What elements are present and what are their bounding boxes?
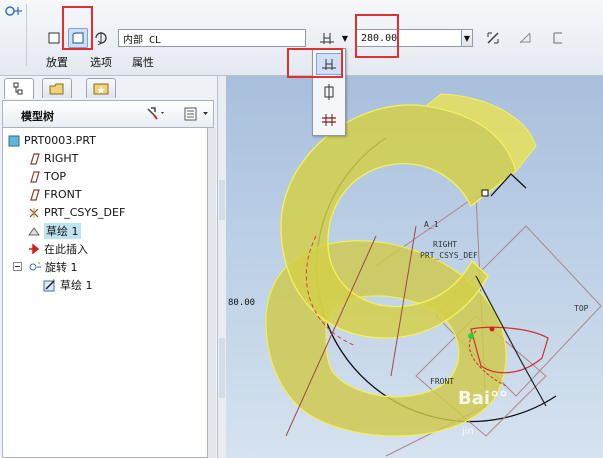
graphics-window[interactable]: A_1 RIGHT PRT_CSYS_DEF TOP FRONT 80.00 — [226, 76, 603, 458]
tab-layers[interactable] — [42, 78, 72, 98]
tree-item-label: 旋转 1 — [45, 260, 78, 274]
sketch-icon — [43, 278, 57, 292]
revolve-axis-button[interactable] — [91, 28, 111, 48]
tab-options[interactable]: 选项 — [90, 54, 112, 70]
flip-direction-button[interactable] — [483, 28, 503, 48]
tab-placement[interactable]: 放置 — [46, 54, 68, 70]
tree-item-revolve[interactable]: 旋转 1 — [11, 258, 78, 275]
symmetric-angle-icon — [324, 84, 334, 100]
red-point — [489, 326, 495, 332]
datum-label-right: RIGHT — [433, 240, 457, 249]
sketch-vertex — [481, 189, 489, 197]
tree-item-label: 草绘 1 — [44, 222, 81, 239]
sketch-icon — [27, 224, 41, 238]
menu-variable-angle[interactable] — [316, 53, 342, 75]
datum-label-top: TOP — [574, 304, 589, 313]
tree-show-button[interactable] — [183, 106, 211, 122]
revolve-icon — [28, 260, 42, 274]
revolve-feature-icon — [4, 2, 24, 20]
separator — [26, 4, 27, 66]
datum-plane-icon — [27, 170, 41, 184]
surface-icon — [72, 32, 84, 44]
tree-item-label: PRT0003.PRT — [24, 134, 96, 147]
navigator-tabs — [2, 78, 216, 100]
solid-icon — [48, 32, 60, 44]
tree-item-label: RIGHT — [44, 152, 79, 165]
angle-value: 280.00 — [361, 32, 398, 44]
thicken-button[interactable] — [548, 28, 568, 48]
solid-button[interactable] — [44, 28, 64, 48]
menu-symmetric-angle[interactable] — [316, 81, 342, 103]
tab-model-tree[interactable] — [4, 78, 34, 99]
angle-type-button[interactable] — [316, 28, 338, 48]
tab-favorites[interactable] — [86, 78, 116, 98]
datum-label-a1: A_1 — [424, 220, 439, 229]
panel-sash-handle[interactable] — [219, 180, 225, 220]
model-tree-tab-icon — [13, 82, 23, 95]
expand-icon[interactable] — [11, 260, 25, 274]
menu-to-selected[interactable] — [316, 109, 342, 131]
tree-settings-button[interactable] — [145, 106, 167, 122]
datum-plane-icon — [27, 152, 41, 166]
tree-item-part[interactable]: PRT0003.PRT — [7, 132, 96, 149]
surface-button[interactable] — [68, 28, 88, 48]
show-list-icon — [184, 107, 208, 121]
angle-type-dropdown-arrow[interactable]: ▼ — [339, 29, 351, 47]
model-tree-title: 模型树 — [21, 110, 54, 123]
tree-item-label: TOP — [44, 170, 67, 183]
green-point — [468, 333, 474, 339]
part-icon — [7, 134, 21, 148]
favorites-icon — [93, 83, 109, 94]
revolve-axis-icon — [95, 32, 107, 46]
panel-sash-handle-lower[interactable] — [219, 338, 225, 398]
angle-value-dropdown[interactable]: ▼ — [461, 29, 473, 47]
datum-label-front: FRONT — [430, 377, 454, 386]
tree-item-front[interactable]: FRONT — [27, 186, 82, 203]
tree-item-label: 草绘 1 — [60, 278, 93, 292]
model-tree-header: 模型树 — [2, 100, 214, 128]
sketch-plane-field[interactable]: 内部 CL — [118, 29, 306, 47]
tab-properties[interactable]: 属性 — [132, 54, 154, 70]
watermark-sub: jin — [462, 426, 474, 437]
tree-item-csys[interactable]: PRT_CSYS_DEF — [27, 204, 125, 221]
model-view: A_1 RIGHT PRT_CSYS_DEF TOP FRONT 80.00 — [228, 93, 602, 457]
to-selected-icon — [322, 114, 336, 126]
angle-value-field[interactable]: 280.00 — [356, 29, 462, 47]
datum-plane-icon — [27, 188, 41, 202]
dimension-label: 80.00 — [228, 298, 255, 308]
remove-material-icon — [519, 32, 531, 44]
tree-scrollbar[interactable] — [208, 128, 216, 458]
datum-label-csys: PRT_CSYS_DEF — [420, 251, 478, 260]
tree-item-sub-sketch[interactable]: 草绘 1 — [43, 276, 93, 293]
folder-icon — [49, 83, 64, 94]
tree-item-label: PRT_CSYS_DEF — [44, 206, 126, 219]
remove-material-button[interactable] — [515, 28, 535, 48]
navigator-panel: 模型树 PRT0003.PRT RIGHT TOP FRONT PRT_CSYS… — [0, 76, 218, 458]
tree-item-sketch[interactable]: 草绘 1 — [27, 222, 81, 239]
tree-item-label: 在此插入 — [44, 242, 88, 256]
tree-item-top[interactable]: TOP — [27, 168, 66, 185]
tree-item-insert-here[interactable]: 在此插入 — [27, 240, 88, 257]
tree-item-label: FRONT — [44, 188, 82, 201]
settings-hammer-icon — [147, 107, 164, 120]
tree-item-right[interactable]: RIGHT — [27, 150, 78, 167]
thicken-icon — [553, 32, 562, 44]
revolve-dashboard: 内部 CL ▼ 280.00 ▼ 放置 选项 属性 — [0, 0, 603, 76]
insert-arrow-icon — [27, 242, 41, 256]
model-tree: PRT0003.PRT RIGHT TOP FRONT PRT_CSYS_DEF… — [2, 128, 208, 458]
csys-icon — [27, 206, 41, 220]
variable-angle-icon — [322, 59, 336, 70]
variable-angle-icon — [320, 33, 334, 44]
angle-type-menu — [312, 48, 346, 136]
flip-direction-icon — [487, 32, 499, 44]
watermark: Bai°° — [458, 388, 509, 409]
sketch-plane-value: 内部 CL — [123, 34, 162, 46]
app-window: 内部 CL ▼ 280.00 ▼ 放置 选项 属性 模型树 PRT0003.PR… — [0, 0, 603, 458]
